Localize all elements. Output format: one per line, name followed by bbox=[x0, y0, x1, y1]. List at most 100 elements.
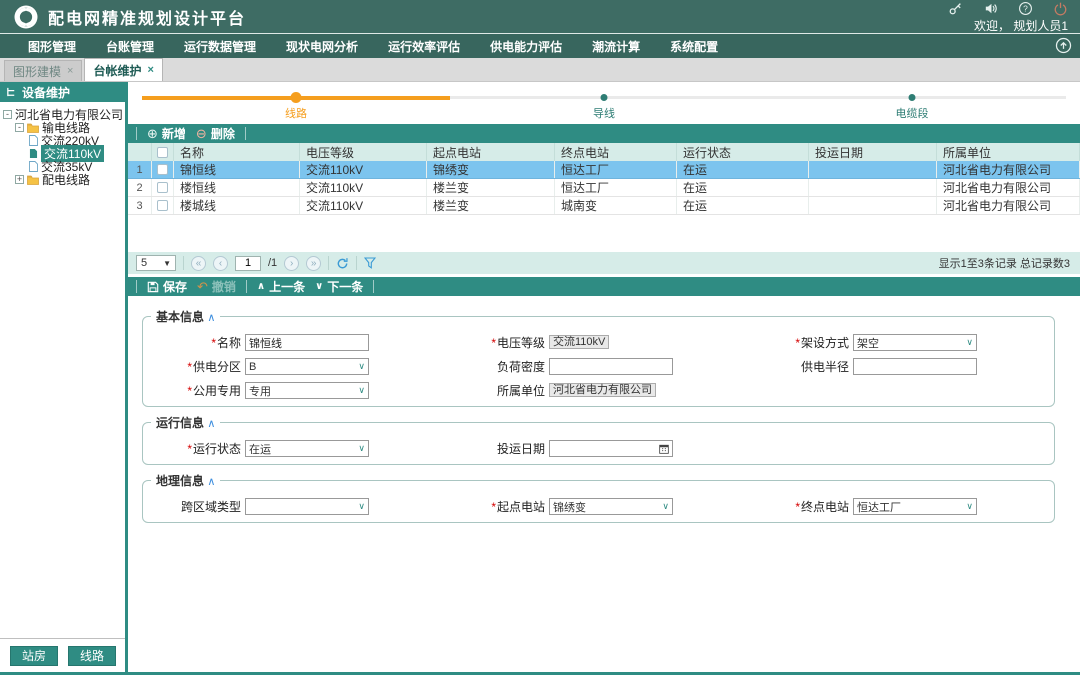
col-header-status[interactable]: 运行状态 bbox=[677, 143, 809, 161]
collapse-chevron-icon[interactable]: ∧ bbox=[207, 418, 215, 430]
sound-icon[interactable] bbox=[983, 1, 998, 16]
last-page-button[interactable]: » bbox=[306, 256, 321, 271]
refresh-icon[interactable] bbox=[336, 257, 349, 270]
row-checkbox[interactable] bbox=[157, 200, 168, 211]
region-type-select[interactable]: ∨ bbox=[245, 498, 369, 515]
power-icon[interactable] bbox=[1053, 1, 1068, 16]
add-button[interactable]: ⊕ 新增 bbox=[147, 125, 186, 142]
cell-commission-date bbox=[809, 197, 937, 214]
folder-icon bbox=[27, 175, 39, 185]
menu-collapse-icon[interactable] bbox=[1055, 37, 1072, 57]
header-right: ? 欢迎， 规划人员1 bbox=[948, 0, 1068, 34]
undo-button[interactable]: ↶ 撤销 bbox=[197, 278, 236, 295]
public-select[interactable]: 专用∨ bbox=[245, 382, 369, 399]
start-station-select[interactable]: 锦绣变∨ bbox=[549, 498, 673, 515]
station-button[interactable]: 站房 bbox=[10, 646, 58, 666]
table-row[interactable]: 3 楼城线 交流110kV 楼兰变 城南变 在运 河北省电力有限公司 bbox=[128, 197, 1080, 215]
prev-record-button[interactable]: ∧ 上一条 bbox=[257, 278, 305, 295]
menu-item-system-config[interactable]: 系统配置 bbox=[670, 38, 718, 55]
basic-info-legend[interactable]: 基本信息 ∧ bbox=[151, 308, 220, 325]
cell-org: 河北省电力有限公司 bbox=[937, 161, 1080, 178]
col-header-end-station[interactable]: 终点电站 bbox=[555, 143, 677, 161]
help-icon[interactable]: ? bbox=[1018, 1, 1033, 16]
menu-item-grid-analysis[interactable]: 现状电网分析 bbox=[286, 38, 358, 55]
col-header-voltage[interactable]: 电压等级 bbox=[300, 143, 427, 161]
page-total-label: /1 bbox=[268, 257, 277, 269]
caret-down-icon: ▼ bbox=[163, 259, 171, 268]
app-title: 配电网精准规划设计平台 bbox=[48, 5, 246, 29]
tab-graphic-modeling[interactable]: 图形建模 × bbox=[4, 60, 82, 81]
step-conductor[interactable]: 导线 bbox=[450, 92, 758, 120]
radius-label: 供电半径 bbox=[673, 358, 849, 375]
cell-voltage: 交流110kV bbox=[300, 161, 427, 178]
line-button[interactable]: 线路 bbox=[68, 646, 116, 666]
row-checkbox[interactable] bbox=[157, 182, 168, 193]
col-header-name[interactable]: 名称 bbox=[174, 143, 300, 161]
delete-button[interactable]: ⊖ 删除 bbox=[196, 125, 235, 142]
save-button[interactable]: 保存 bbox=[147, 278, 187, 295]
cell-org: 河北省电力有限公司 bbox=[937, 197, 1080, 214]
delete-label: 删除 bbox=[211, 125, 235, 142]
geo-info-legend[interactable]: 地理信息 ∧ bbox=[151, 472, 220, 489]
file-icon bbox=[29, 148, 38, 159]
menu-item-power-flow[interactable]: 潮流计算 bbox=[592, 38, 640, 55]
tab-close-icon[interactable]: × bbox=[147, 64, 153, 76]
collapse-chevron-icon[interactable]: ∧ bbox=[207, 476, 215, 488]
step-dot[interactable] bbox=[909, 94, 916, 101]
row-checkbox[interactable] bbox=[157, 164, 168, 175]
status-select[interactable]: 在运∨ bbox=[245, 440, 369, 457]
cell-status: 在运 bbox=[677, 179, 809, 196]
device-tree: - 河北省电力有限公司 - 输电线路 交流220kV bbox=[0, 102, 125, 638]
app-header: 配电网精准规划设计平台 ? bbox=[0, 0, 1080, 33]
step-dot[interactable] bbox=[291, 92, 302, 103]
end-station-select[interactable]: 恒达工厂∨ bbox=[853, 498, 977, 515]
table-row[interactable]: 2 楼恒线 交流110kV 楼兰变 恒达工厂 在运 河北省电力有限公司 bbox=[128, 179, 1080, 197]
line-table: 名称 电压等级 起点电站 终点电站 运行状态 投运日期 所属单位 1 锦恒线 交… bbox=[128, 143, 1080, 215]
expand-icon[interactable]: + bbox=[15, 175, 24, 184]
key-icon[interactable] bbox=[948, 1, 963, 16]
step-line[interactable]: 线路 bbox=[142, 92, 450, 120]
menu-item-capacity-eval[interactable]: 供电能力评估 bbox=[490, 38, 562, 55]
zone-select[interactable]: B∨ bbox=[245, 358, 369, 375]
step-dot[interactable] bbox=[601, 94, 608, 101]
cell-voltage: 交流110kV bbox=[300, 179, 427, 196]
start-station-label: 起点电站 bbox=[369, 498, 545, 515]
commission-date-input[interactable] bbox=[549, 440, 673, 457]
tree-node-distribution-lines[interactable]: + 配电线路 bbox=[3, 173, 122, 186]
cell-name: 楼恒线 bbox=[174, 179, 300, 196]
name-input[interactable] bbox=[245, 334, 369, 351]
table-row[interactable]: 1 锦恒线 交流110kV 锦绣变 恒达工厂 在运 河北省电力有限公司 bbox=[128, 161, 1080, 179]
next-page-button[interactable]: › bbox=[284, 256, 299, 271]
load-density-input[interactable] bbox=[549, 358, 673, 375]
step-label: 导线 bbox=[593, 105, 615, 121]
filter-icon[interactable] bbox=[364, 257, 376, 269]
tab-close-icon[interactable]: × bbox=[67, 65, 73, 77]
col-header-commission-date[interactable]: 投运日期 bbox=[809, 143, 937, 161]
collapse-chevron-icon[interactable]: ∧ bbox=[207, 312, 215, 324]
first-page-button[interactable]: « bbox=[191, 256, 206, 271]
step-label: 线路 bbox=[285, 105, 307, 121]
running-info-legend[interactable]: 运行信息 ∧ bbox=[151, 414, 220, 431]
erection-select[interactable]: 架空∨ bbox=[853, 334, 977, 351]
tree-label: 配电线路 bbox=[42, 171, 90, 188]
load-density-label: 负荷密度 bbox=[369, 358, 545, 375]
menu-item-graphic-mgmt[interactable]: 图形管理 bbox=[28, 38, 76, 55]
radius-input[interactable] bbox=[853, 358, 977, 375]
select-all-checkbox[interactable] bbox=[157, 147, 168, 158]
next-record-button[interactable]: ∨ 下一条 bbox=[315, 278, 363, 295]
cell-start-station: 楼兰变 bbox=[427, 197, 555, 214]
page-number-input[interactable] bbox=[235, 256, 261, 271]
tab-ledger-maintenance[interactable]: 台帐维护 × bbox=[84, 58, 162, 81]
collapse-icon[interactable]: - bbox=[3, 110, 12, 119]
menu-item-efficiency-eval[interactable]: 运行效率评估 bbox=[388, 38, 460, 55]
sidebar-footer: 站房 线路 bbox=[0, 638, 125, 672]
org-readonly-field: 河北省电力有限公司 bbox=[549, 383, 656, 397]
prev-page-button[interactable]: ‹ bbox=[213, 256, 228, 271]
col-header-org[interactable]: 所属单位 bbox=[937, 143, 1080, 161]
step-cable-section[interactable]: 电缆段 bbox=[758, 92, 1066, 120]
page-size-select[interactable]: 5 ▼ bbox=[136, 255, 176, 271]
collapse-icon[interactable]: - bbox=[15, 123, 24, 132]
menu-item-operation-data[interactable]: 运行数据管理 bbox=[184, 38, 256, 55]
menu-item-ledger-mgmt[interactable]: 台账管理 bbox=[106, 38, 154, 55]
col-header-start-station[interactable]: 起点电站 bbox=[427, 143, 555, 161]
